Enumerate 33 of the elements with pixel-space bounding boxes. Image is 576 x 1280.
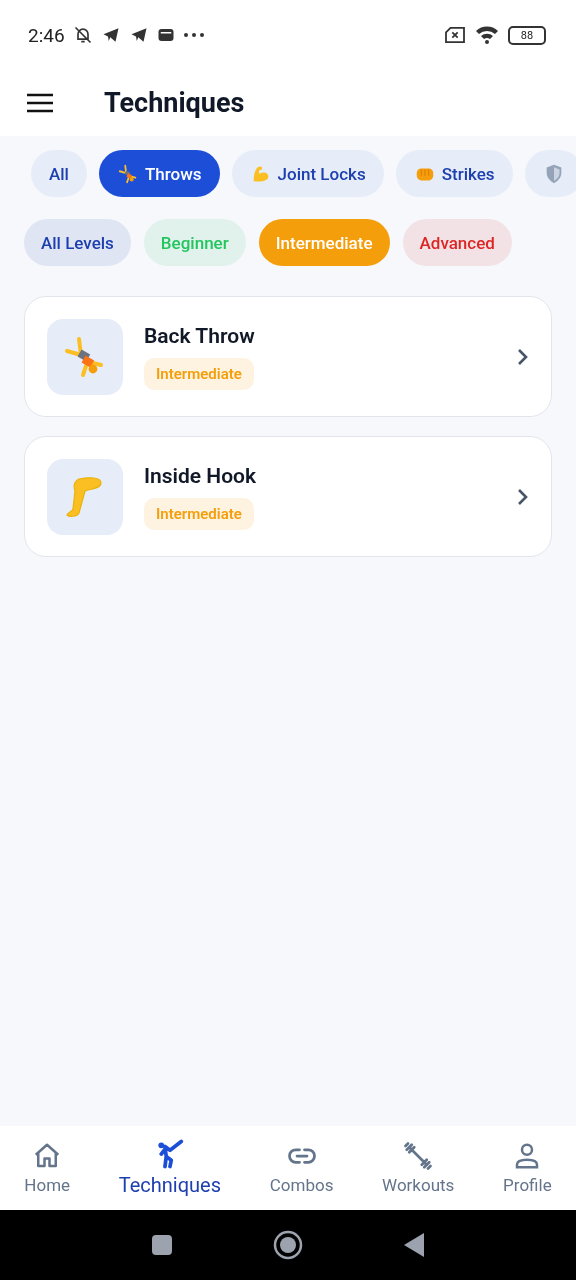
- nav-tab[interactable]: Home: [24, 1141, 71, 1195]
- technique-name: Back Throw: [144, 323, 255, 348]
- menu-icon[interactable]: [26, 93, 54, 113]
- nav-tab[interactable]: Techniques: [118, 1139, 222, 1197]
- level-tag: Intermediate: [144, 357, 254, 390]
- page-title: Techniques: [104, 87, 245, 119]
- level-tag: Intermediate: [144, 497, 254, 530]
- category-chip[interactable]: Throws: [98, 150, 220, 197]
- technique-card[interactable]: Back Throw Intermediate: [24, 296, 552, 417]
- more-icon: [182, 32, 205, 38]
- dumbbell-icon: [403, 1141, 434, 1171]
- home-button-icon[interactable]: [273, 1230, 303, 1260]
- nav-tab[interactable]: Workouts: [382, 1141, 455, 1195]
- muted-bell-icon: [72, 25, 93, 45]
- level-chip[interactable]: Advanced: [402, 219, 512, 266]
- chevron-right-icon: [517, 487, 529, 506]
- category-chip[interactable]: All: [31, 150, 87, 197]
- category-chip[interactable]: Strikes: [395, 150, 513, 197]
- category-chip[interactable]: Joint Locks: [231, 150, 384, 197]
- wallet-icon: [156, 27, 175, 43]
- technique-card[interactable]: Inside Hook Intermediate: [24, 436, 552, 557]
- level-chip[interactable]: All Levels: [24, 219, 131, 266]
- wifi-icon: [474, 25, 500, 45]
- nav-tab[interactable]: Profile: [503, 1141, 552, 1195]
- no-sim-icon: [444, 26, 466, 44]
- technique-name: Inside Hook: [144, 463, 257, 488]
- nav-tab[interactable]: Combos: [269, 1141, 334, 1195]
- battery-level: 88: [508, 25, 546, 45]
- cartwheel-figure-icon: [116, 162, 139, 185]
- recents-button-icon[interactable]: [151, 1234, 173, 1256]
- back-button-icon[interactable]: [403, 1232, 425, 1258]
- status-time: 2:46: [28, 23, 65, 47]
- chevron-right-icon: [517, 347, 529, 366]
